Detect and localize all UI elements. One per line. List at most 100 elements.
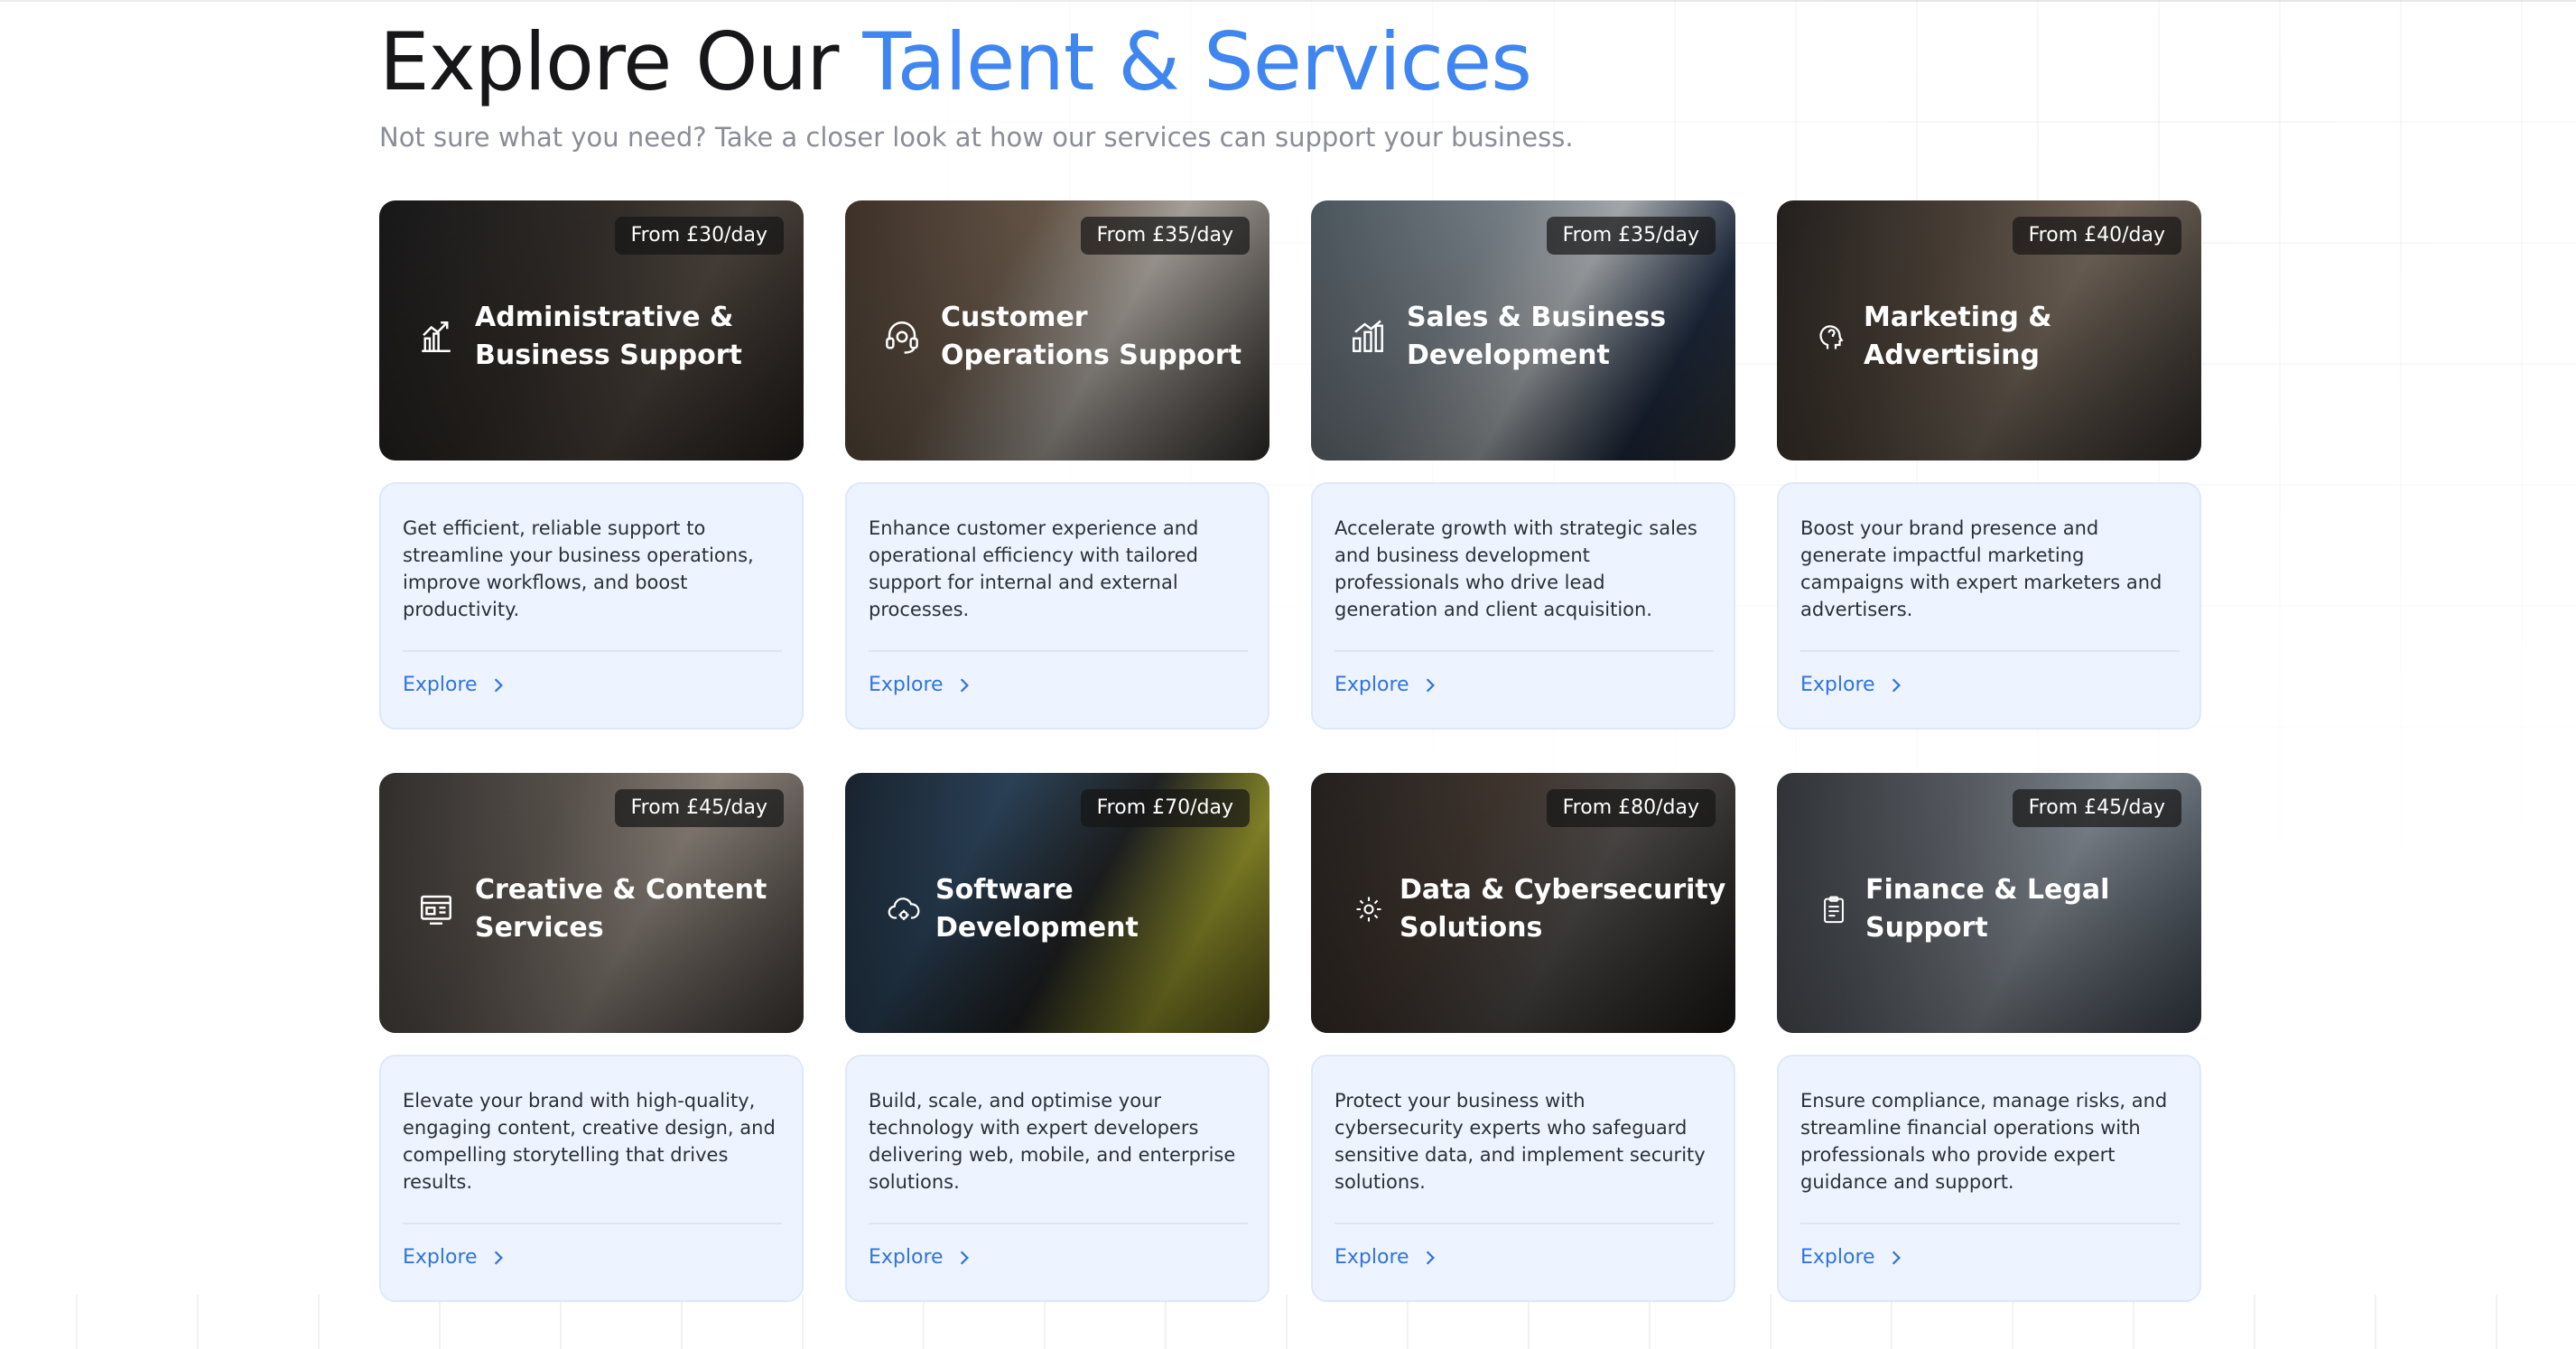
section-title: Explore Our Talent & Services: [379, 13, 1532, 112]
section-title-prefix: Explore Our: [379, 15, 863, 108]
services-grid: From £30/day Administrative & Business S…: [379, 200, 2201, 1302]
service-card-image[interactable]: From £80/day Data & Cybersecurity Soluti…: [1311, 773, 1735, 1033]
service-card-finance-legal: From £45/day Finance & Legal Support Ens…: [1777, 773, 2201, 1302]
cloud-gear-icon: [887, 892, 921, 926]
section-title-accent: Talent & Services: [862, 15, 1532, 108]
card-divider: [403, 1223, 782, 1224]
service-card-image[interactable]: From £30/day Administrative & Business S…: [379, 200, 804, 461]
service-card-body: Protect your business with cybersecurity…: [1311, 1055, 1735, 1302]
service-description: Protect your business with cybersecurity…: [1334, 1090, 1706, 1193]
explore-label: Explore: [1800, 1246, 1875, 1269]
explore-link[interactable]: Explore: [1800, 1244, 1902, 1271]
service-card-image[interactable]: From £70/day Software Development: [845, 773, 1269, 1033]
service-card-body: Accelerate growth with strategic sales a…: [1311, 482, 1735, 730]
background-grid-bottom: [0, 1295, 2576, 1349]
service-card-body: Ensure compliance, manage risks, and str…: [1777, 1055, 2201, 1302]
price-badge: From £40/day: [2012, 217, 2181, 255]
chevron-right-icon: [958, 1250, 971, 1266]
card-divider: [1800, 1223, 2180, 1224]
service-title: Administrative & Business Support: [475, 302, 742, 371]
service-card-heading: Data & Cybersecurity Solutions: [1353, 860, 1728, 959]
service-card-image[interactable]: From £45/day Finance & Legal Support: [1777, 773, 2201, 1033]
service-card-heading: Sales & Business Development: [1349, 287, 1719, 386]
service-title: Marketing & Advertising: [1864, 302, 2052, 371]
service-description: Ensure compliance, manage risks, and str…: [1800, 1090, 2168, 1193]
price-badge: From £45/day: [614, 789, 784, 827]
chevron-right-icon: [1424, 1250, 1437, 1266]
section-subtitle: Not sure what you need? Take a closer lo…: [379, 122, 1574, 153]
price-badge: From £80/day: [1546, 789, 1716, 827]
chevron-right-icon: [492, 1250, 505, 1266]
service-description: Build, scale, and optimise your technolo…: [869, 1090, 1236, 1193]
service-card-creative: From £45/day Creative & Content Services…: [379, 773, 804, 1302]
service-title: Finance & Legal Support: [1865, 874, 2110, 944]
price-badge: From £35/day: [1080, 217, 1250, 255]
service-card-body: Elevate your brand with high-quality, en…: [379, 1055, 804, 1302]
creative-layout-icon: [417, 890, 455, 928]
explore-link[interactable]: Explore: [869, 1244, 971, 1271]
service-description: Get efficient, reliable support to strea…: [403, 517, 754, 620]
card-divider: [869, 1223, 1248, 1224]
service-card-heading: Finance & Legal Support: [1818, 860, 2194, 959]
service-description: Enhance customer experience and operatio…: [869, 517, 1199, 620]
bar-chart-icon: [1349, 318, 1387, 356]
service-card-heading: Administrative & Business Support: [417, 287, 787, 386]
service-card-body: Boost your brand presence and generate i…: [1777, 482, 2201, 730]
explore-label: Explore: [869, 1246, 944, 1269]
service-title: Data & Cybersecurity Solutions: [1400, 874, 1726, 944]
service-card-image[interactable]: From £35/day Customer Operations Support: [845, 200, 1269, 461]
explore-label: Explore: [403, 674, 478, 696]
service-description: Elevate your brand with high-quality, en…: [403, 1090, 776, 1193]
chart-growth-icon: [417, 318, 455, 356]
service-title: Software Development: [935, 874, 1139, 944]
service-card-marketing: From £40/day Marketing & Advertising Boo…: [1777, 200, 2201, 730]
service-card-heading: Creative & Content Services: [417, 860, 787, 959]
service-card-body: Get efficient, reliable support to strea…: [379, 482, 804, 730]
card-divider: [1334, 650, 1714, 652]
explore-link[interactable]: Explore: [403, 672, 505, 699]
service-description: Accelerate growth with strategic sales a…: [1334, 517, 1697, 620]
service-description: Boost your brand presence and generate i…: [1800, 517, 2162, 620]
service-card-image[interactable]: From £45/day Creative & Content Services: [379, 773, 804, 1033]
explore-link[interactable]: Explore: [1800, 672, 1902, 699]
explore-link[interactable]: Explore: [869, 672, 971, 699]
service-card-administrative: From £30/day Administrative & Business S…: [379, 200, 804, 730]
service-card-customer-operations: From £35/day Customer Operations Support…: [845, 200, 1269, 730]
card-divider: [403, 650, 782, 652]
explore-label: Explore: [1334, 1246, 1409, 1269]
service-card-image[interactable]: From £35/day Sales & Business Developmen…: [1311, 200, 1735, 461]
data-security-icon: [1353, 893, 1385, 926]
explore-link[interactable]: Explore: [403, 1244, 505, 1271]
service-card-data-cybersecurity: From £80/day Data & Cybersecurity Soluti…: [1311, 773, 1735, 1302]
top-divider: [0, 0, 2576, 2]
price-badge: From £35/day: [1546, 217, 1716, 255]
service-title: Creative & Content Services: [475, 874, 767, 944]
explore-label: Explore: [403, 1246, 478, 1269]
chevron-right-icon: [1424, 677, 1437, 693]
service-card-heading: Marketing & Advertising: [1817, 287, 2192, 386]
service-card-body: Enhance customer experience and operatio…: [845, 482, 1269, 730]
service-card-software: From £70/day Software Development Build,…: [845, 773, 1269, 1302]
card-divider: [1334, 1223, 1714, 1224]
service-card-body: Build, scale, and optimise your technolo…: [845, 1055, 1269, 1302]
explore-label: Explore: [1334, 674, 1409, 696]
explore-label: Explore: [869, 674, 944, 696]
marketing-brain-icon: [1817, 321, 1849, 353]
service-title: Sales & Business Development: [1407, 302, 1667, 371]
explore-label: Explore: [1800, 674, 1875, 696]
service-card-heading: Software Development: [887, 860, 1262, 959]
price-badge: From £30/day: [614, 217, 784, 255]
card-divider: [1800, 650, 2180, 652]
service-card-heading: Customer Operations Support: [883, 287, 1253, 386]
chevron-right-icon: [1890, 1250, 1902, 1266]
price-badge: From £70/day: [1080, 789, 1250, 827]
clipboard-document-icon: [1818, 894, 1849, 925]
service-card-image[interactable]: From £40/day Marketing & Advertising: [1777, 200, 2201, 461]
headset-support-icon: [883, 318, 921, 356]
explore-link[interactable]: Explore: [1334, 1244, 1437, 1271]
chevron-right-icon: [958, 677, 971, 693]
explore-link[interactable]: Explore: [1334, 672, 1437, 699]
chevron-right-icon: [1890, 677, 1902, 693]
service-title: Customer Operations Support: [941, 302, 1242, 371]
chevron-right-icon: [492, 677, 505, 693]
